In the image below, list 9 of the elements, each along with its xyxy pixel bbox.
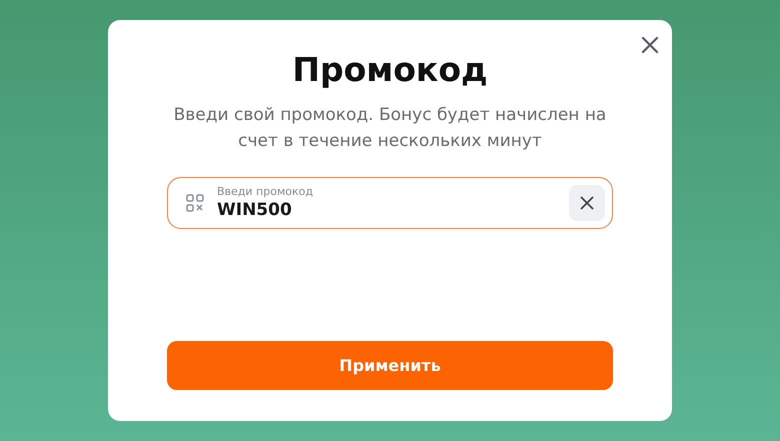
dialog-title: Промокод <box>292 49 488 91</box>
promo-code-field[interactable]: Введи промокод WIN500 <box>167 177 613 229</box>
dialog-description: Введи свой промокод. Бонус будет начислен на счет в течение нескольких минут <box>172 104 608 153</box>
promo-code-input[interactable]: WIN500 <box>217 199 517 221</box>
qr-code-icon <box>186 194 204 212</box>
clear-button[interactable] <box>569 185 605 221</box>
field-label: Введи промокод <box>217 185 314 199</box>
close-icon <box>641 36 659 54</box>
clear-icon <box>580 196 594 210</box>
